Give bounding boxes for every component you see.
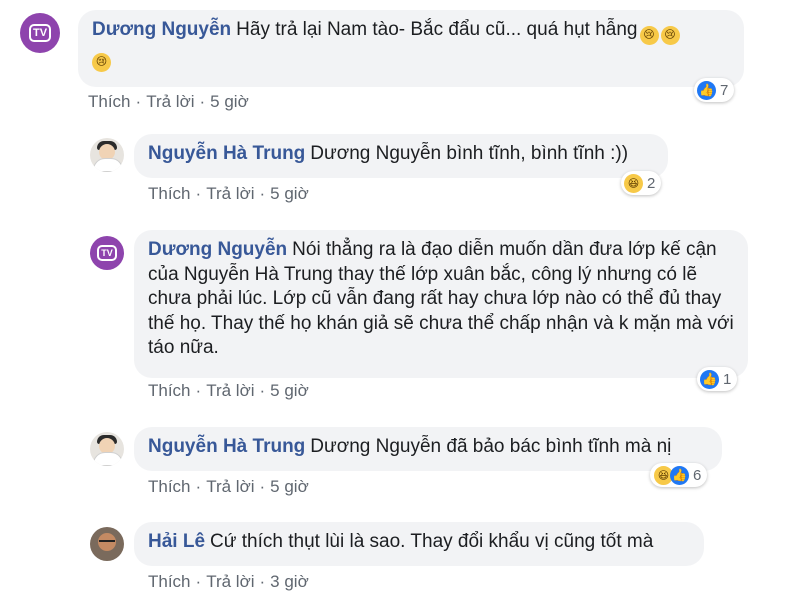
reply-link[interactable]: Trả lời <box>206 184 254 203</box>
like-link[interactable]: Thích <box>148 184 191 203</box>
separator: · <box>259 572 266 591</box>
comment-actions: Thích · Trả lời · 5 giờ <box>148 184 309 204</box>
sad-face-emoji-icon: 😢 <box>639 26 659 45</box>
reply-link[interactable]: Trả lời <box>206 381 254 400</box>
like-link[interactable]: Thích <box>88 92 131 111</box>
avatar[interactable] <box>90 138 124 172</box>
sad-face-emoji-icon: 😢 <box>660 26 680 45</box>
avatar[interactable] <box>90 432 124 466</box>
reaction-summary[interactable]: 👍 7 <box>694 78 735 102</box>
avatar[interactable]: TV <box>20 13 60 53</box>
reaction-summary[interactable]: 👍 1 <box>697 367 738 391</box>
separator: · <box>195 572 202 591</box>
like-icon: 👍 <box>700 369 719 389</box>
avatar[interactable] <box>90 527 124 561</box>
tv-logo-icon: TV <box>97 245 117 261</box>
like-icon: 👍 <box>670 465 689 485</box>
author-name[interactable]: Nguyễn Hà Trung <box>148 436 305 457</box>
separator: · <box>259 184 266 203</box>
separator: · <box>135 92 142 111</box>
author-name[interactable]: Dương Nguyễn <box>92 19 231 40</box>
like-link[interactable]: Thích <box>148 381 191 400</box>
tv-logo-icon: TV <box>28 24 52 42</box>
like-icon: 👍 <box>697 80 716 100</box>
comment-bubble: Dương Nguyễn Hãy trả lại Nam tào- Bắc đẩu… <box>78 10 744 87</box>
reply-link[interactable]: Trả lời <box>146 92 194 111</box>
comment-text: Cứ thích thụt lùi là sao. Thay đổi khẩu … <box>210 531 654 552</box>
reaction-count: 2 <box>647 174 656 192</box>
sad-face-emoji-icon: 😢 <box>92 53 111 72</box>
timestamp[interactable]: 3 giờ <box>270 572 309 591</box>
separator: · <box>199 92 206 111</box>
reply-link[interactable]: Trả lời <box>206 572 254 591</box>
comment-text: Dương Nguyễn đã bảo bác bình tĩnh mà nị <box>310 436 672 457</box>
timestamp[interactable]: 5 giờ <box>270 381 309 400</box>
author-name[interactable]: Nguyễn Hà Trung <box>148 143 305 164</box>
reply-link[interactable]: Trả lời <box>206 477 254 496</box>
avatar[interactable]: TV <box>90 236 124 270</box>
timestamp[interactable]: 5 giờ <box>270 184 309 203</box>
reaction-summary[interactable]: 😆 2 <box>621 171 662 195</box>
comment-text: Dương Nguyễn bình tĩnh, bình tĩnh :)) <box>310 143 629 164</box>
comment-bubble: Nguyễn Hà Trung Dương Nguyễn bình tĩnh, b… <box>134 134 668 178</box>
reaction-summary[interactable]: 😆 👍 6 <box>650 463 708 487</box>
author-name[interactable]: Hải Lê <box>148 531 205 552</box>
like-link[interactable]: Thích <box>148 477 191 496</box>
comment-actions: Thích · Trả lời · 5 giờ <box>88 92 249 112</box>
separator: · <box>195 381 202 400</box>
timestamp[interactable]: 5 giờ <box>210 92 249 111</box>
comment-bubble: Dương Nguyễn Nói thẳng ra là đạo diễn muố… <box>134 230 748 378</box>
separator: · <box>195 184 202 203</box>
author-name[interactable]: Dương Nguyễn <box>148 239 287 260</box>
like-link[interactable]: Thích <box>148 572 191 591</box>
comment-actions: Thích · Trả lời · 5 giờ <box>148 381 309 401</box>
comment-actions: Thích · Trả lời · 5 giờ <box>148 477 309 497</box>
reaction-count: 6 <box>693 466 702 484</box>
timestamp[interactable]: 5 giờ <box>270 477 309 496</box>
comment-actions: Thích · Trả lời · 3 giờ <box>148 572 309 592</box>
comment-bubble: Nguyễn Hà Trung Dương Nguyễn đã bảo bác b… <box>134 427 722 471</box>
comment-bubble: Hải Lê Cứ thích thụt lùi là sao. Thay đổi… <box>134 522 704 566</box>
separator: · <box>195 477 202 496</box>
reaction-count: 7 <box>720 81 729 99</box>
separator: · <box>259 477 266 496</box>
separator: · <box>259 381 266 400</box>
reaction-count: 1 <box>723 370 732 388</box>
haha-icon: 😆 <box>624 173 643 193</box>
comment-text: Hãy trả lại Nam tào- Bắc đẩu cũ... quá h… <box>236 19 638 40</box>
